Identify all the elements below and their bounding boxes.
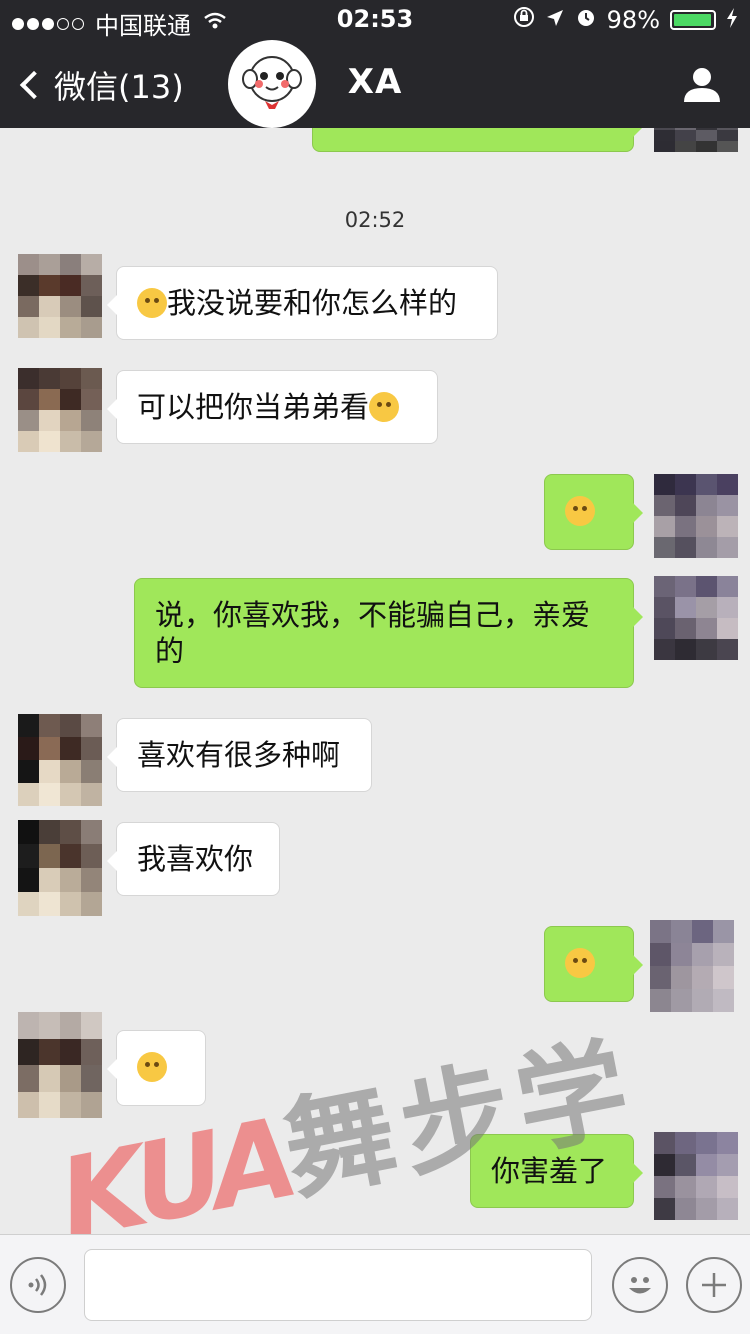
message-text: 喜欢有很多种啊 bbox=[137, 738, 341, 772]
plus-icon bbox=[702, 1273, 726, 1297]
charging-bolt-icon bbox=[726, 7, 738, 33]
rotation-lock-icon bbox=[513, 6, 535, 34]
location-arrow-icon bbox=[545, 6, 565, 34]
battery-percent: 98% bbox=[606, 6, 660, 34]
contact-avatar-small[interactable] bbox=[18, 368, 102, 452]
message-bubble-outgoing[interactable]: 你害羞了 bbox=[470, 1134, 643, 1208]
chat-area[interactable]: 02:52 我没说要和你怎么样的 可以把你当弟弟看 说，你喜欢我，不能骗自己，亲… bbox=[0, 128, 750, 1234]
my-avatar[interactable] bbox=[654, 576, 738, 660]
my-avatar[interactable] bbox=[654, 128, 738, 152]
message-bubble-outgoing[interactable]: 说，你喜欢我，不能骗自己，亲爱的 bbox=[134, 578, 643, 688]
message-bubble-incoming[interactable]: 可以把你当弟弟看 bbox=[107, 370, 438, 444]
emoji-button[interactable] bbox=[612, 1257, 668, 1313]
message-text: 你害羞了 bbox=[491, 1154, 608, 1188]
message-bubble-partial[interactable] bbox=[312, 128, 643, 152]
profile-icon[interactable] bbox=[682, 64, 722, 108]
message-bubble-incoming[interactable] bbox=[107, 1030, 206, 1106]
thinking-face-icon bbox=[369, 392, 400, 422]
message-text: 我没说要和你怎么样的 bbox=[167, 286, 458, 320]
timestamp: 02:52 bbox=[344, 208, 406, 232]
thinking-face-icon bbox=[137, 1052, 167, 1082]
my-avatar[interactable] bbox=[654, 1132, 738, 1220]
flushed-face-icon bbox=[137, 288, 167, 318]
contact-avatar-small[interactable] bbox=[18, 714, 102, 806]
message-text: 可以把你当弟弟看 bbox=[137, 390, 370, 424]
chat-title: XA bbox=[347, 62, 403, 102]
battery-icon bbox=[670, 10, 716, 30]
status-bar: 中国联通 02:53 98% bbox=[0, 0, 750, 40]
contact-avatar-small[interactable] bbox=[18, 254, 102, 338]
status-right: 98% bbox=[513, 6, 738, 34]
my-avatar[interactable] bbox=[654, 474, 738, 558]
message-text: 我喜欢你 bbox=[137, 842, 254, 876]
message-bubble-incoming[interactable]: 我喜欢你 bbox=[107, 822, 280, 896]
smiley-icon bbox=[629, 1277, 651, 1294]
add-button[interactable] bbox=[686, 1257, 742, 1313]
contact-avatar-small[interactable] bbox=[18, 1012, 102, 1118]
rolling-eyes-face-icon bbox=[565, 948, 595, 978]
message-input[interactable] bbox=[84, 1249, 592, 1321]
rolling-eyes-face-icon bbox=[565, 496, 595, 526]
nav-bar: 微信(13) XA bbox=[0, 40, 750, 128]
alarm-icon bbox=[575, 6, 597, 34]
my-avatar[interactable] bbox=[650, 920, 734, 1012]
input-bar bbox=[0, 1234, 750, 1334]
battery-fill bbox=[674, 14, 712, 26]
contact-avatar-small[interactable] bbox=[18, 820, 102, 916]
message-bubble-incoming[interactable]: 喜欢有很多种啊 bbox=[107, 718, 372, 792]
voice-button[interactable] bbox=[10, 1257, 66, 1313]
message-bubble-incoming[interactable]: 我没说要和你怎么样的 bbox=[107, 266, 498, 340]
voice-icon bbox=[28, 1274, 47, 1296]
message-bubble-outgoing[interactable] bbox=[544, 474, 643, 550]
message-bubble-outgoing[interactable] bbox=[544, 926, 643, 1002]
message-text: 说，你喜欢我，不能骗自己，亲爱的 bbox=[155, 598, 591, 668]
